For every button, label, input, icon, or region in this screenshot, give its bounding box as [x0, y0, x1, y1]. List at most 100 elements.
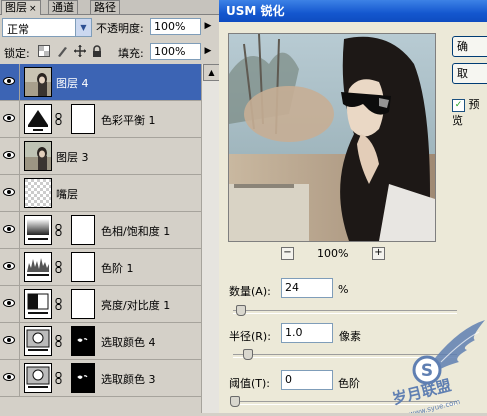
tab-channels[interactable]: 通道 [48, 0, 78, 14]
chain-link-icon [55, 224, 63, 239]
zoom-out-button[interactable]: − [281, 247, 294, 260]
tab-layers[interactable]: 图层 × [1, 0, 41, 15]
radius-slider-knob[interactable] [243, 349, 253, 360]
fill-label: 填充: [118, 47, 144, 60]
layer-row[interactable]: 色阶 1 [0, 249, 201, 286]
layer-row[interactable]: 图层 4 [0, 64, 201, 101]
layer-name: 图层 4 [56, 77, 89, 90]
fill-arrow-icon[interactable]: ▶ [202, 43, 214, 60]
threshold-input[interactable]: 0 [281, 370, 333, 390]
layer-row[interactable]: 嘴层 [0, 175, 201, 212]
divider [19, 360, 20, 396]
amount-input[interactable]: 24 [281, 278, 333, 298]
threshold-unit: 色阶 [338, 377, 360, 390]
blend-mode-select[interactable]: 正常 ▼ [2, 18, 92, 37]
amount-unit: % [338, 283, 349, 296]
threshold-slider-knob[interactable] [230, 396, 240, 407]
chain-link-icon [55, 261, 63, 276]
selective-color-icon [24, 326, 52, 356]
zoom-in-button[interactable]: + [372, 247, 385, 260]
divider [19, 286, 20, 322]
divider [19, 101, 20, 137]
divider [19, 323, 20, 359]
eye-icon[interactable] [3, 335, 15, 345]
layer-row[interactable]: 选取颜色 4 [0, 323, 201, 360]
layer-mask-thumbnail [71, 104, 95, 134]
levels-icon [24, 252, 52, 282]
preview-image[interactable] [228, 33, 436, 242]
layer-name: 选取颜色 4 [101, 336, 156, 349]
tab-paths[interactable]: 路径 [90, 0, 120, 14]
tab-channels-label: 通道 [52, 1, 74, 14]
layer-row[interactable]: 色相/饱和度 1 [0, 212, 201, 249]
layer-thumbnail [24, 67, 52, 97]
layer-name: 选取颜色 3 [101, 373, 156, 386]
layer-row[interactable]: 选取颜色 3 [0, 360, 201, 397]
opacity-label: 不透明度: [96, 22, 144, 35]
eye-icon[interactable] [3, 261, 15, 271]
preview-checkbox[interactable]: ✓ 预览 [452, 96, 487, 128]
eye-icon[interactable] [3, 372, 15, 382]
scroll-up-icon[interactable]: ▲ [203, 64, 219, 81]
layer-mask-thumbnail [71, 215, 95, 245]
amount-label: 数量(A): [229, 285, 271, 298]
cancel-button[interactable]: 取 [452, 63, 487, 84]
transparent-layer-thumbnail [24, 178, 52, 208]
layer-name: 色阶 1 [101, 262, 134, 275]
lock-move-icon[interactable] [74, 45, 86, 57]
layers-scrollbar[interactable]: ▲ [201, 64, 219, 413]
layer-mask-thumbnail [71, 289, 95, 319]
divider [19, 175, 20, 211]
layer-mask-thumbnail [71, 252, 95, 282]
brightness-contrast-icon [24, 289, 52, 319]
eye-icon[interactable] [3, 224, 15, 234]
divider [19, 249, 20, 285]
ok-button[interactable]: 确 [452, 36, 487, 57]
amount-slider-track[interactable] [233, 310, 457, 314]
lock-label: 锁定: [4, 47, 30, 60]
lock-transparency-icon[interactable] [38, 45, 50, 57]
layer-thumbnail [24, 141, 52, 171]
eye-icon[interactable] [3, 76, 15, 86]
fill-input[interactable]: 100% [150, 43, 201, 60]
layer-mask-thumbnail [71, 326, 95, 356]
tab-layers-label: 图层 [5, 1, 27, 14]
chain-link-icon [55, 372, 63, 387]
layer-mask-thumbnail [71, 363, 95, 393]
watermark-logo: S 岁月联盟 www.syue.com [375, 318, 487, 416]
blend-mode-value: 正常 [7, 23, 29, 36]
color-balance-icon [24, 104, 52, 134]
lock-all-icon[interactable] [91, 45, 103, 57]
tab-paths-label: 路径 [94, 1, 116, 14]
selective-color-icon [24, 363, 52, 393]
threshold-label: 阈值(T): [229, 377, 271, 390]
layer-row[interactable]: 色彩平衡 1 [0, 101, 201, 138]
eye-icon[interactable] [3, 113, 15, 123]
divider [19, 212, 20, 248]
eye-icon[interactable] [3, 187, 15, 197]
layer-row[interactable]: 亮度/对比度 1 [0, 286, 201, 323]
eye-icon[interactable] [3, 150, 15, 160]
close-icon[interactable]: × [29, 4, 37, 14]
layer-name: 嘴层 [56, 188, 78, 201]
watermark-letter: S [421, 361, 433, 381]
layers-panel: 图层 × 通道 路径 正常 ▼ 不透明度: 100% ▶ 锁定: 填充: 100… [0, 0, 220, 413]
opacity-arrow-icon[interactable]: ▶ [202, 18, 214, 35]
checkmark-icon[interactable]: ✓ [452, 98, 465, 112]
eye-icon[interactable] [3, 298, 15, 308]
chain-link-icon [55, 113, 63, 128]
lock-brush-icon[interactable] [56, 45, 68, 57]
opacity-input[interactable]: 100% [150, 18, 201, 35]
radius-input[interactable]: 1.0 [281, 323, 333, 343]
blend-opacity-row: 正常 ▼ 不透明度: 100% ▶ [0, 16, 219, 38]
amount-slider-knob[interactable] [236, 305, 246, 316]
layer-name: 亮度/对比度 1 [101, 299, 171, 312]
zoom-level: 100% [317, 247, 349, 260]
chevron-down-icon[interactable]: ▼ [75, 19, 91, 36]
layer-row[interactable]: 图层 3 [0, 138, 201, 175]
chain-link-icon [55, 298, 63, 313]
divider [19, 64, 20, 100]
hue-saturation-icon [24, 215, 52, 245]
radius-unit: 像素 [339, 330, 361, 343]
dialog-title: USM 锐化 [219, 0, 487, 22]
